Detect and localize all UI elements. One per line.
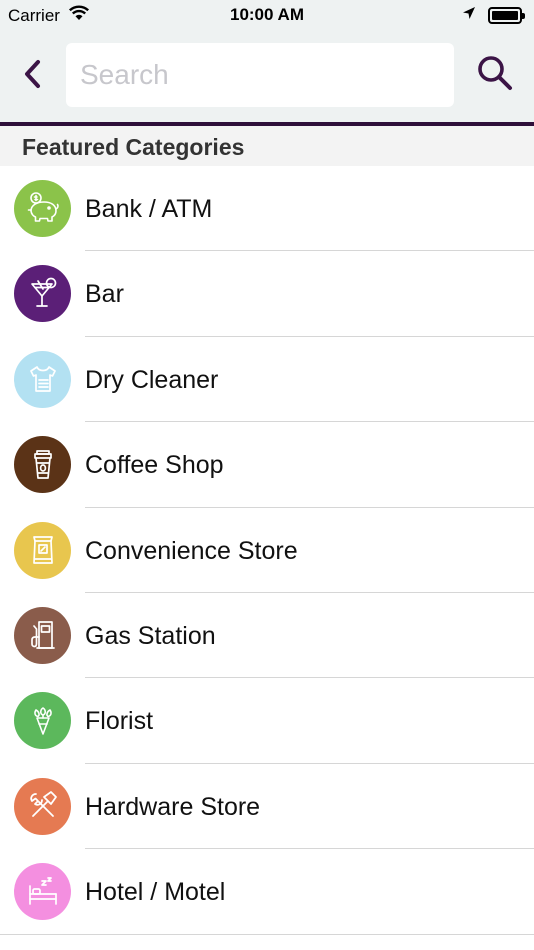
category-row-hotel-motel[interactable]: Hotel / Motel (0, 849, 534, 935)
section-title: Featured Categories (22, 134, 245, 160)
shirt-icon (14, 350, 71, 408)
coffee-cup-icon (14, 436, 71, 494)
location-arrow-icon (462, 6, 476, 25)
bed-icon (14, 863, 71, 921)
category-label: Hardware Store (85, 792, 261, 821)
category-label: Gas Station (85, 621, 216, 650)
category-row-gas-station[interactable]: Gas Station (0, 592, 534, 679)
tools-icon (14, 777, 71, 835)
category-row-bar[interactable]: Bar (0, 251, 534, 338)
category-label: Florist (85, 707, 154, 736)
status-bar: Carrier 10:00 AM (0, 0, 534, 30)
cocktail-icon (14, 265, 71, 323)
section-header: Featured Categories (0, 126, 534, 166)
category-list: Bank / ATM Bar Dry Cleaner Coffee Shop C… (0, 166, 534, 935)
category-label: Bar (85, 280, 124, 309)
piggy-bank-icon (14, 180, 71, 237)
snack-bag-icon (14, 521, 71, 579)
category-label: Convenience Store (85, 536, 298, 565)
category-label: Dry Cleaner (85, 365, 219, 394)
search-button[interactable] (472, 52, 518, 98)
back-button[interactable] (14, 56, 50, 96)
bouquet-icon (14, 692, 71, 750)
category-row-coffee-shop[interactable]: Coffee Shop (0, 422, 534, 508)
search-header (0, 30, 534, 122)
fuel-pump-icon (14, 606, 71, 664)
magnifier-icon (476, 54, 514, 97)
category-label: Bank / ATM (85, 195, 213, 223)
status-time: 10:00 AM (229, 5, 304, 24)
search-input[interactable] (66, 43, 454, 107)
category-label: Hotel / Motel (85, 878, 226, 907)
category-row-dry-cleaner[interactable]: Dry Cleaner (0, 336, 534, 423)
category-row-convenience-store[interactable]: Convenience Store (0, 507, 534, 594)
category-row-bank-atm[interactable]: Bank / ATM (0, 166, 534, 252)
category-row-hardware-store[interactable]: Hardware Store (0, 763, 534, 850)
category-label: Coffee Shop (85, 451, 224, 480)
category-row-florist[interactable]: Florist (0, 678, 534, 765)
chevron-left-icon (22, 59, 42, 94)
battery-icon (488, 7, 525, 24)
